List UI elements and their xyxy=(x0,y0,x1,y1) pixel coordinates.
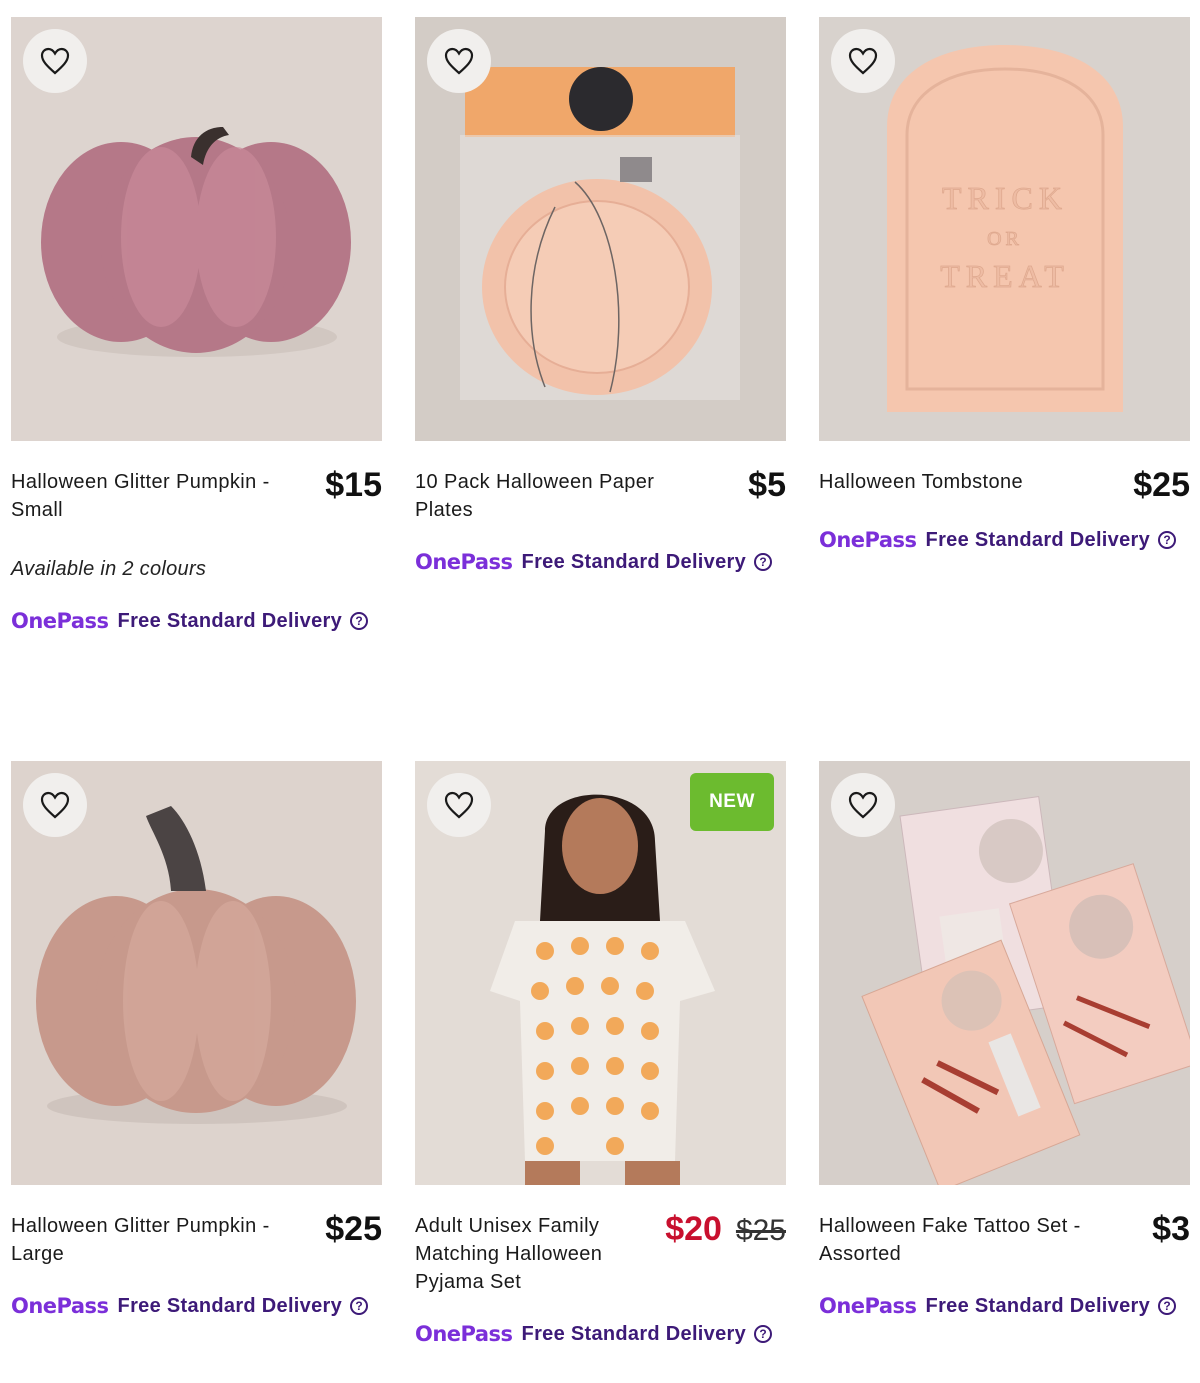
favourite-button[interactable] xyxy=(831,29,895,93)
tombstone-text-3: TREAT xyxy=(940,258,1070,294)
onepass-logo: OnePass xyxy=(415,1322,513,1346)
product-image[interactable]: TRICK OR TREAT xyxy=(819,17,1190,441)
product-card[interactable]: TRICK OR TREAT Halloween Tombstone $25 O… xyxy=(819,17,1190,552)
product-title[interactable]: Halloween Tombstone xyxy=(819,468,1104,496)
favourite-button[interactable] xyxy=(831,773,895,837)
onepass-delivery[interactable]: OnePass Free Standard Delivery ? xyxy=(819,1294,1190,1318)
product-title[interactable]: Halloween Glitter Pumpkin - Large xyxy=(11,1212,296,1268)
help-icon[interactable]: ? xyxy=(754,1325,773,1343)
onepass-delivery[interactable]: OnePass Free Standard Delivery ? xyxy=(11,609,382,633)
sale-price: $20 xyxy=(665,1210,722,1248)
delivery-text: Free Standard Delivery xyxy=(925,528,1151,551)
colour-availability[interactable]: Available in 2 colours xyxy=(11,558,382,581)
delivery-text: Free Standard Delivery xyxy=(925,1294,1151,1317)
product-image[interactable]: NEW xyxy=(415,761,786,1185)
favourite-button[interactable] xyxy=(23,773,87,837)
product-price: $5 xyxy=(748,466,786,504)
help-icon[interactable]: ? xyxy=(350,1297,369,1315)
help-icon[interactable]: ? xyxy=(350,612,369,630)
heart-icon xyxy=(848,791,878,819)
product-price: $15 xyxy=(325,466,382,504)
onepass-logo: OnePass xyxy=(11,1294,109,1318)
onepass-delivery[interactable]: OnePass Free Standard Delivery ? xyxy=(415,1322,786,1346)
delivery-text: Free Standard Delivery xyxy=(117,609,343,632)
product-image[interactable] xyxy=(11,17,382,441)
product-price: $20 $25 xyxy=(665,1212,786,1248)
onepass-logo: OnePass xyxy=(415,550,513,574)
onepass-logo: OnePass xyxy=(11,609,109,633)
heart-icon xyxy=(848,47,878,75)
product-price: $3 xyxy=(1152,1210,1190,1248)
favourite-button[interactable] xyxy=(427,773,491,837)
product-card[interactable]: Halloween Glitter Pumpkin - Large $25 On… xyxy=(11,761,382,1318)
onepass-delivery[interactable]: OnePass Free Standard Delivery ? xyxy=(415,550,786,574)
favourite-button[interactable] xyxy=(427,29,491,93)
delivery-text: Free Standard Delivery xyxy=(521,550,747,573)
product-title[interactable]: Adult Unisex Family Matching Halloween P… xyxy=(415,1212,630,1296)
favourite-button[interactable] xyxy=(23,29,87,93)
product-price: $25 xyxy=(1133,466,1190,504)
new-badge: NEW xyxy=(690,773,774,831)
product-card[interactable]: NEW Adult Unisex Family Matching Hallowe… xyxy=(415,761,786,1346)
product-image[interactable] xyxy=(11,761,382,1185)
help-icon[interactable]: ? xyxy=(1158,1297,1177,1315)
help-icon[interactable]: ? xyxy=(754,553,773,571)
heart-icon xyxy=(40,47,70,75)
onepass-logo: OnePass xyxy=(819,1294,917,1318)
product-image[interactable] xyxy=(415,17,786,441)
tombstone-text-1: TRICK xyxy=(942,180,1068,216)
tombstone-text-2: OR xyxy=(987,228,1023,250)
onepass-delivery[interactable]: OnePass Free Standard Delivery ? xyxy=(11,1294,382,1318)
product-card[interactable]: 10 Pack Halloween Paper Plates $5 OnePas… xyxy=(415,17,786,574)
product-card[interactable]: Halloween Fake Tattoo Set - Assorted $3 … xyxy=(819,761,1190,1318)
product-card[interactable]: Halloween Glitter Pumpkin - Small $15 Av… xyxy=(11,17,382,633)
product-title[interactable]: Halloween Glitter Pumpkin - Small xyxy=(11,468,296,524)
product-image[interactable] xyxy=(819,761,1190,1185)
delivery-text: Free Standard Delivery xyxy=(521,1322,747,1345)
product-title[interactable]: Halloween Fake Tattoo Set - Assorted xyxy=(819,1212,1104,1268)
product-price: $25 xyxy=(325,1210,382,1248)
heart-icon xyxy=(40,791,70,819)
help-icon[interactable]: ? xyxy=(1158,531,1177,549)
original-price: $25 xyxy=(735,1214,786,1247)
delivery-text: Free Standard Delivery xyxy=(117,1294,343,1317)
heart-icon xyxy=(444,47,474,75)
heart-icon xyxy=(444,791,474,819)
onepass-logo: OnePass xyxy=(819,528,917,552)
onepass-delivery[interactable]: OnePass Free Standard Delivery ? xyxy=(819,528,1190,552)
product-title[interactable]: 10 Pack Halloween Paper Plates xyxy=(415,468,700,524)
